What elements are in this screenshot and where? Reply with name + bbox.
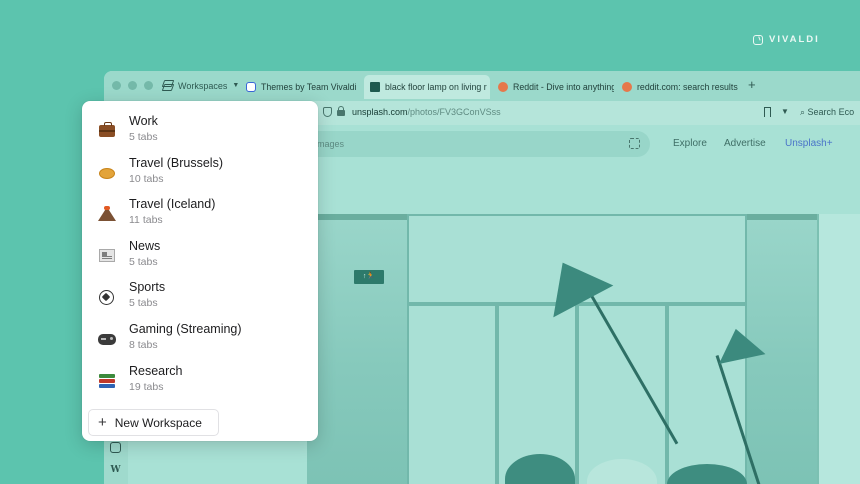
workspace-tab-count: 10 tabs (129, 173, 164, 185)
hero-photo[interactable]: ↑🏃 (307, 214, 860, 484)
chevron-down-icon[interactable]: ▼ (781, 107, 789, 116)
tab-label: black floor lamp on living r (385, 82, 487, 92)
workspace-name: Research (129, 364, 183, 378)
new-workspace-label: New Workspace (114, 415, 202, 430)
newspaper-icon (99, 249, 115, 262)
window-controls (112, 81, 153, 90)
workspace-item-work[interactable]: Work 5 tabs (82, 112, 318, 152)
glass-door (407, 304, 497, 484)
glass-panel (577, 304, 667, 484)
briefcase-icon (99, 122, 115, 137)
tab-label: Themes by Team Vivaldi (261, 82, 357, 92)
workspace-item-travel-brussels[interactable]: Travel (Brussels) 10 tabs (82, 154, 318, 194)
url-host: unsplash.com (352, 107, 408, 117)
workspace-name: News (129, 239, 161, 253)
search-field[interactable]: ⌕ Search Eco (800, 107, 854, 118)
workspace-item-travel-iceland[interactable]: Travel (Iceland) 11 tabs (82, 195, 318, 235)
workspace-tab-count: 11 tabs (129, 214, 163, 226)
page-search-placeholder: mages (317, 139, 345, 149)
workspaces-popup: Work 5 tabs Travel (Brussels) 10 tabs Tr… (82, 101, 318, 441)
workspace-item-sports[interactable]: Sports 5 tabs (82, 278, 318, 318)
workspace-tab-count: 5 tabs (129, 256, 158, 268)
brand-name: VIVALDI (769, 34, 820, 45)
workspace-name: Travel (Iceland) (129, 197, 216, 211)
workspaces-icon (162, 80, 173, 91)
workspaces-label: Workspaces (178, 80, 228, 91)
close-window-button[interactable] (112, 81, 121, 90)
tab-themes[interactable]: Themes by Team Vivaldi (240, 75, 360, 99)
workspace-name: Gaming (Streaming) (129, 322, 242, 336)
page-search-input[interactable]: mages (305, 131, 650, 157)
reddit-favicon (498, 82, 508, 92)
workspace-name: Sports (129, 280, 166, 294)
tab-reddit[interactable]: Reddit - Dive into anything (492, 75, 614, 99)
tab-unsplash[interactable]: black floor lamp on living r (364, 75, 490, 99)
book-green (99, 374, 115, 378)
book-blue (99, 384, 115, 388)
gamepad-icon (98, 334, 116, 345)
exit-sign: ↑🏃 (354, 270, 384, 284)
waffle-icon (99, 168, 115, 179)
workspace-item-gaming[interactable]: Gaming (Streaming) 8 tabs (82, 320, 318, 360)
plus-icon: + (98, 413, 107, 431)
mastodon-panel-icon[interactable] (110, 442, 121, 453)
caret-down-icon: ▼ (232, 82, 240, 89)
minimize-window-button[interactable] (128, 81, 137, 90)
photo-window (817, 214, 860, 484)
volcano-icon (98, 206, 116, 221)
unsplash-favicon (370, 82, 380, 92)
workspace-item-research[interactable]: Research 19 tabs (82, 362, 318, 402)
wikipedia-panel-icon[interactable]: W (110, 465, 121, 476)
tab-reddit-search[interactable]: reddit.com: search results (616, 75, 742, 99)
soccer-ball-icon (99, 290, 114, 305)
url-field[interactable]: unsplash.com/photos/FV3GConVSss (352, 107, 501, 117)
nav-advertise-link[interactable]: Advertise (724, 138, 766, 149)
tab-bar: Workspaces ▼ Themes by Team Vivaldi blac… (104, 71, 860, 101)
nav-explore-link[interactable]: Explore (673, 138, 707, 149)
zoom-window-button[interactable] (144, 81, 153, 90)
vivaldi-logo-icon (753, 34, 763, 45)
vivaldi-favicon (246, 82, 256, 92)
new-tab-button[interactable]: + (748, 78, 756, 91)
workspace-item-news[interactable]: News 5 tabs (82, 237, 318, 277)
lock-icon[interactable] (337, 106, 345, 116)
tab-label: reddit.com: search results (637, 82, 738, 92)
visual-search-icon[interactable] (629, 138, 640, 149)
vivaldi-brand: VIVALDI (753, 34, 820, 45)
book-red (99, 379, 115, 383)
workspace-name: Work (129, 114, 158, 128)
search-placeholder: Search Eco (807, 107, 855, 117)
bookmark-icon[interactable] (764, 107, 771, 117)
workspace-name: Travel (Brussels) (129, 156, 223, 170)
nav-unsplash-plus-link[interactable]: Unsplash+ (785, 138, 833, 149)
reddit-favicon (622, 82, 632, 92)
books-icon (99, 374, 115, 388)
workspace-tab-count: 8 tabs (129, 339, 158, 351)
tab-label: Reddit - Dive into anything (513, 82, 614, 92)
workspace-tab-count: 19 tabs (129, 381, 164, 393)
workspaces-button[interactable]: Workspaces ▼ (162, 80, 239, 91)
url-path: /photos/FV3GConVSss (407, 107, 501, 117)
shield-icon[interactable] (323, 107, 332, 117)
workspace-tab-count: 5 tabs (129, 131, 158, 143)
workspace-tab-count: 5 tabs (129, 297, 158, 309)
new-workspace-button[interactable]: + New Workspace (88, 409, 219, 436)
